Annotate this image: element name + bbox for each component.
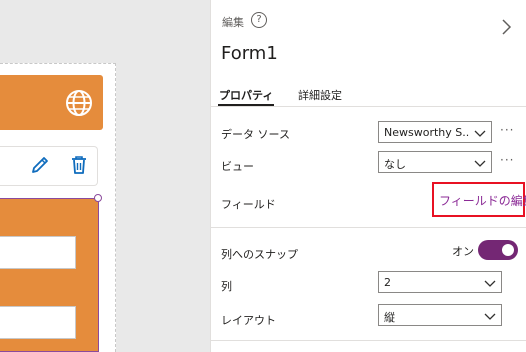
chevron-down-icon	[474, 130, 486, 137]
layout-label: レイアウト	[221, 314, 276, 327]
globe-icon[interactable]	[64, 88, 94, 118]
columns-label: 列	[221, 280, 232, 293]
chevron-down-icon	[484, 313, 496, 320]
divider	[211, 340, 526, 341]
chevron-down-icon	[484, 280, 496, 287]
datasource-dropdown[interactable]: Newsworthy S...	[378, 121, 492, 143]
chevron-down-icon	[474, 160, 486, 167]
page-title: Form1	[221, 43, 278, 64]
snap-label: 列へのスナップ	[221, 248, 298, 261]
pencil-icon[interactable]	[29, 154, 51, 176]
snap-toggle[interactable]	[478, 240, 518, 260]
canvas-area	[0, 0, 210, 352]
chevron-right-icon[interactable]	[499, 17, 513, 37]
resize-handle[interactable]	[94, 194, 102, 202]
more-options-button[interactable]: ···	[500, 153, 514, 167]
datasource-label: データ ソース	[221, 128, 290, 141]
edit-fields-label: フィールドの編集	[439, 194, 526, 208]
more-options-button[interactable]: ···	[500, 123, 514, 137]
tab-advanced[interactable]: 詳細設定	[298, 87, 342, 103]
form-field-input[interactable]	[0, 306, 76, 339]
divider	[211, 227, 526, 228]
columns-dropdown[interactable]: 2	[378, 271, 502, 293]
columns-value: 2	[384, 276, 391, 289]
view-dropdown[interactable]: なし	[378, 151, 492, 173]
toggle-knob	[502, 244, 514, 256]
view-label: ビュー	[221, 160, 254, 173]
divider	[211, 106, 526, 107]
layout-dropdown[interactable]: 縦	[378, 304, 502, 326]
snap-state-label: オン	[452, 245, 474, 258]
edit-fields-link[interactable]: フィールドの編集	[432, 182, 526, 217]
form-field-input[interactable]	[0, 236, 76, 269]
breadcrumb: 編集	[222, 16, 244, 29]
help-icon[interactable]: ?	[251, 12, 267, 28]
tab-properties[interactable]: プロパティ	[217, 87, 275, 106]
trash-icon[interactable]	[68, 154, 90, 176]
view-value: なし	[384, 158, 406, 171]
datasource-value: Newsworthy S...	[384, 126, 470, 139]
properties-panel: 編集 ? Form1 プロパティ 詳細設定 データ ソース Newsworthy…	[210, 0, 526, 352]
fields-label: フィールド	[221, 198, 276, 211]
layout-value: 縦	[384, 311, 395, 324]
